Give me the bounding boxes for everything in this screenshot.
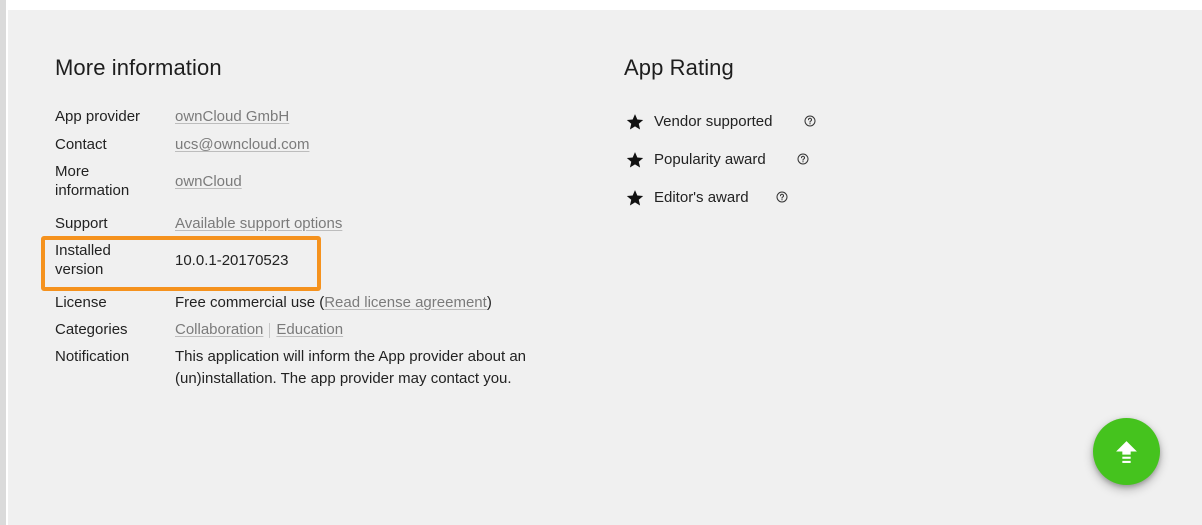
app-rating-title: App Rating: [624, 55, 734, 80]
content-panel: More information App provider ownCloud G…: [8, 10, 1202, 525]
license-suffix: ): [486, 294, 492, 311]
license-label: License: [55, 294, 107, 311]
left-border: [0, 0, 6, 525]
upload-arrow-icon: [1116, 441, 1137, 463]
popularity-award-label: Popularity award: [654, 151, 766, 168]
notification-text: This application will inform the App pro…: [175, 348, 527, 387]
editors-award-label: Editor's award: [654, 189, 749, 206]
installed-version-highlight: [41, 236, 321, 291]
rating-item-editors-award: Editor's award: [626, 188, 816, 210]
star-icon: [626, 190, 644, 206]
more-information-title: More information: [55, 55, 222, 80]
help-circle-icon[interactable]: [776, 191, 788, 203]
categories-label: Categories: [55, 321, 128, 338]
help-circle-icon[interactable]: [797, 153, 809, 165]
scroll-to-top-button[interactable]: [1093, 418, 1160, 485]
license-value: Free commercial use (Read license agreem…: [175, 293, 595, 312]
support-options-link[interactable]: Available support options: [175, 215, 342, 232]
more-information-link[interactable]: ownCloud: [175, 173, 242, 190]
license-text: Free commercial use (: [175, 294, 325, 311]
notification-label: Notification: [55, 348, 130, 365]
vendor-supported-label: Vendor supported: [654, 113, 773, 130]
app-provider-label: App provider: [55, 108, 141, 125]
category-collaboration-link[interactable]: Collaboration: [175, 321, 263, 338]
star-icon: [626, 152, 644, 168]
star-icon: [626, 114, 644, 130]
category-education-link[interactable]: Education: [276, 321, 343, 338]
read-license-link[interactable]: Read license agreement: [324, 294, 487, 311]
contact-label: Contact: [55, 136, 107, 153]
support-label: Support: [55, 215, 108, 232]
rating-item-popularity-award: Popularity award: [626, 150, 816, 172]
rating-item-vendor-supported: Vendor supported: [626, 112, 816, 134]
help-circle-icon[interactable]: [804, 115, 816, 127]
more-information-label: More information: [55, 163, 130, 199]
row-notification: Notification This application will infor…: [55, 347, 615, 392]
app-provider-link[interactable]: ownCloud GmbH: [175, 108, 289, 125]
contact-email-link[interactable]: ucs@owncloud.com: [175, 136, 309, 153]
category-separator: [269, 322, 271, 338]
row-more-information: More information ownCloud: [55, 162, 615, 202]
